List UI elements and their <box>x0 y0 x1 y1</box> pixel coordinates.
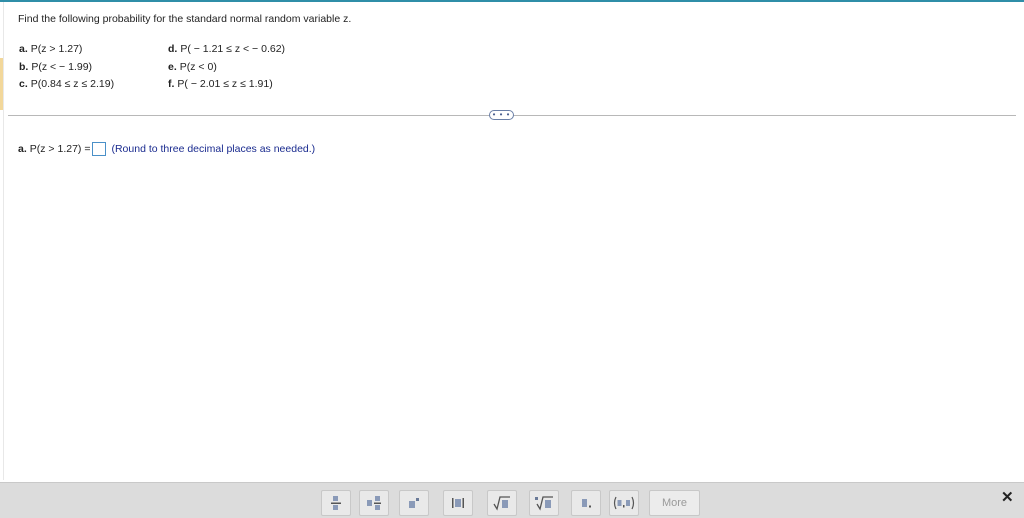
parts-column-left: a. P(z > 1.27) b. P(z < − 1.99) c. P(0.84 ≤… <box>19 41 114 94</box>
expand-dots-button[interactable]: • • • <box>489 110 514 120</box>
absolute-value-tool-button[interactable] <box>443 490 473 516</box>
part-label: e. <box>168 60 177 73</box>
part-expression: P(z < 0) <box>179 60 217 73</box>
fraction-tool-icon <box>331 496 341 510</box>
part-label: f. <box>168 78 175 90</box>
part-label: d. <box>168 43 178 55</box>
answer-row: a. P(z > 1.27) = (Round to three decimal… <box>18 142 315 156</box>
part-b: b. P(z < − 1.99) <box>19 59 114 77</box>
mixed-number-tool-icon <box>367 496 381 510</box>
part-expression: P( − 1.21 ≤ z < − 0.62) <box>180 43 286 55</box>
part-expression: P(0.84 ≤ z ≤ 2.19) <box>30 78 115 90</box>
part-expression: P(z > 1.27) <box>30 43 83 55</box>
part-c: c. P(0.84 ≤ z ≤ 2.19) <box>19 76 114 94</box>
part-label: b. <box>19 60 29 73</box>
answer-input[interactable] <box>92 142 107 156</box>
exponent-tool-button[interactable] <box>399 490 429 516</box>
part-expression: P( − 2.01 ≤ z ≤ 1.91) <box>177 78 273 90</box>
decimal-tool-icon <box>582 499 591 508</box>
square-root-tool-icon <box>493 496 510 511</box>
part-a: a. P(z > 1.27) <box>19 41 114 59</box>
part-e: e. P(z < 0) <box>168 59 285 77</box>
fraction-tool-button[interactable] <box>321 490 351 516</box>
absolute-value-tool-icon <box>452 498 464 508</box>
ordered-pair-tool-icon <box>613 496 635 510</box>
ordered-pair-tool-button[interactable] <box>609 490 639 516</box>
math-toolbar: More <box>0 482 1024 518</box>
part-f: f. P( − 2.01 ≤ z ≤ 1.91) <box>168 76 285 94</box>
left-edge-line <box>3 2 4 480</box>
exponent-tool-icon <box>409 498 419 508</box>
part-expression: P(z < − 1.99) <box>31 60 93 73</box>
rounding-hint: (Round to three decimal places as needed… <box>111 143 316 155</box>
more-tools-button[interactable]: More <box>649 490 700 516</box>
nth-root-tool-icon <box>535 496 553 511</box>
part-d: d. P( − 1.21 ≤ z < − 0.62) <box>168 41 285 59</box>
part-label: c. <box>19 78 28 90</box>
decimal-tool-button[interactable] <box>571 490 601 516</box>
part-label: a. <box>19 43 28 55</box>
answer-expression: P(z > 1.27) = <box>29 143 91 155</box>
question-text: Find the following probability for the s… <box>18 13 352 25</box>
square-root-tool-button[interactable] <box>487 490 517 516</box>
nth-root-tool-button[interactable] <box>529 490 559 516</box>
close-icon[interactable]: ✕ <box>1001 488 1014 506</box>
answer-part-label: a. <box>18 143 27 155</box>
parts-column-right: d. P( − 1.21 ≤ z < − 0.62) e. P(z < 0) f. P… <box>168 41 285 94</box>
mixed-number-tool-button[interactable] <box>359 490 389 516</box>
top-accent-rule <box>0 0 1024 2</box>
